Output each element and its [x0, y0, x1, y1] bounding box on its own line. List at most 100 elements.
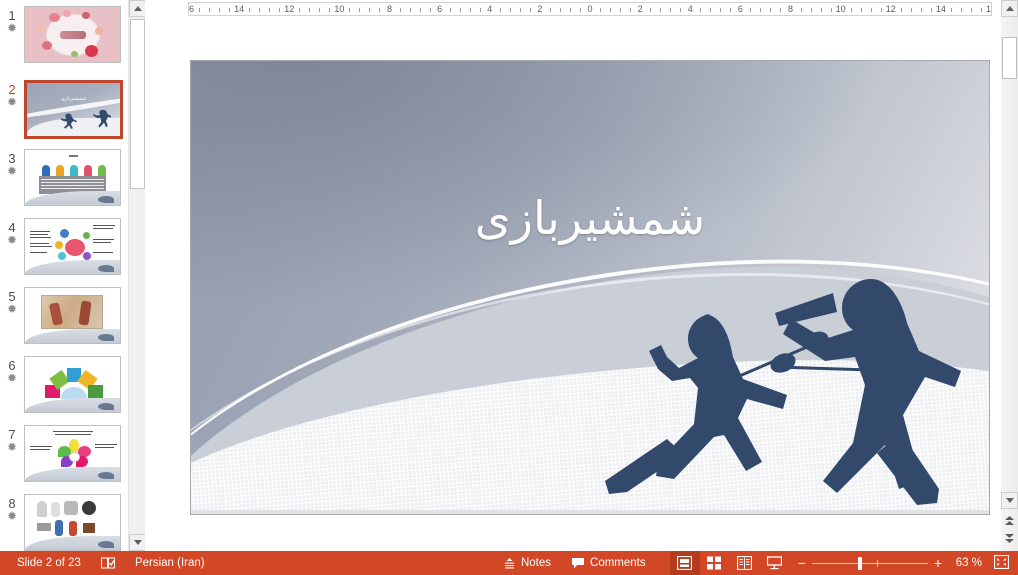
- ruler-label: 12: [886, 3, 896, 16]
- ruler-tick: [911, 8, 912, 12]
- ruler-tick: [329, 8, 330, 12]
- zoom-control[interactable]: − + 63 %: [790, 556, 990, 570]
- horizontal-ruler[interactable]: 1614121086420246810121416: [188, 2, 992, 16]
- thumbnail-scroll-up-button[interactable]: [129, 0, 146, 17]
- blob-shape: [58, 252, 66, 260]
- ruler-label: 0: [587, 3, 592, 16]
- ruler-label: 2: [537, 3, 542, 16]
- ruler-label: 14: [936, 3, 946, 16]
- notes-label: Notes: [521, 557, 551, 569]
- slide-thumbnail-panel[interactable]: 1 ✹ 2: [0, 0, 126, 551]
- ruler-label: 6: [738, 3, 743, 16]
- ruler-tick: [670, 8, 671, 12]
- spell-check-icon[interactable]: [91, 551, 125, 575]
- flower-icon: [42, 41, 52, 50]
- thumbnail-scrollbar-thumb[interactable]: [130, 19, 145, 189]
- mini-slide-fencing: شمشیربازی: [27, 83, 120, 136]
- mini-slide-pink-floral: [25, 7, 120, 62]
- mask-icon: [82, 501, 96, 515]
- thumbnail-image-5[interactable]: [24, 287, 121, 344]
- scrollbar-thumb[interactable]: [1002, 37, 1017, 79]
- mini-slide-petal-diagram: [25, 426, 120, 481]
- ruler-tick: [700, 8, 701, 12]
- slide-title-text[interactable]: شمشیربازی: [191, 191, 989, 246]
- zoom-slider-track: [812, 563, 928, 564]
- mini-slide-fan-diagram: [25, 357, 120, 412]
- slide-vertical-scrollbar[interactable]: [1001, 0, 1018, 551]
- mini-wave-footer: [25, 260, 120, 274]
- ruler-tick: [299, 8, 300, 12]
- ruler-tick: [510, 8, 511, 12]
- thumbnail-number-group-6: 6 ✹: [0, 356, 24, 425]
- thumbnail-slide-1[interactable]: 1 ✹: [0, 6, 126, 75]
- zoom-slider-thumb[interactable]: [858, 557, 862, 570]
- thumbnail-image-7[interactable]: [24, 425, 121, 482]
- ruler-tick: [379, 8, 380, 12]
- ruler-tick: [530, 8, 531, 12]
- previous-slide-button[interactable]: [1002, 512, 1017, 528]
- thumbnail-image-4[interactable]: [24, 218, 121, 275]
- slide-show-view-button[interactable]: [760, 551, 790, 575]
- language-indicator[interactable]: Persian (Iran): [125, 551, 215, 575]
- ruler-tick: [871, 8, 872, 12]
- thumbnail-scrollbar[interactable]: [128, 0, 145, 551]
- ruler-label: 16: [986, 3, 992, 16]
- glove-icon: [51, 502, 60, 517]
- scroll-up-button[interactable]: [1001, 0, 1018, 17]
- comments-button[interactable]: Comments: [561, 551, 656, 575]
- mini-wave-footer: [25, 467, 120, 481]
- ruler-tick: [931, 8, 932, 12]
- flower-icon: [49, 13, 60, 22]
- ruler-tick: [831, 8, 832, 12]
- zoom-slider[interactable]: [812, 557, 928, 569]
- weapon-icon: [69, 521, 77, 536]
- zoom-out-button[interactable]: −: [798, 556, 806, 570]
- thumbnail-slide-5[interactable]: 5 ✹: [0, 287, 126, 356]
- thumbnail-image-8[interactable]: [24, 494, 121, 551]
- ruler-label: 10: [836, 3, 846, 16]
- thumbnail-slide-2[interactable]: 2 ✹ شمشیربازی: [0, 80, 126, 149]
- ruler-tick: [199, 8, 200, 12]
- normal-view-button[interactable]: [670, 551, 700, 575]
- slide-sorter-view-button[interactable]: [700, 551, 730, 575]
- zoom-in-button[interactable]: +: [934, 556, 942, 570]
- comment-icon: [571, 557, 585, 569]
- thumbnail-slide-8[interactable]: 8 ✹: [0, 494, 126, 551]
- slide-editing-surface[interactable]: شمشیربازی: [190, 60, 990, 515]
- next-slide-button[interactable]: [1002, 530, 1017, 546]
- ruler-tick: [961, 8, 962, 12]
- ruler-label: 10: [334, 3, 344, 16]
- ruler-tick: [951, 8, 952, 12]
- animation-star-icon: ✹: [7, 166, 17, 177]
- scroll-down-button[interactable]: [1001, 492, 1018, 509]
- reading-view-button[interactable]: [730, 551, 760, 575]
- thumbnail-image-3[interactable]: [24, 149, 121, 206]
- blob-shape: [83, 252, 91, 260]
- ruler-tick: [500, 8, 501, 12]
- ruler-tick: [359, 8, 360, 12]
- thumbnail-image-1[interactable]: [24, 6, 121, 63]
- thumbnail-slide-6[interactable]: 6 ✹: [0, 356, 126, 425]
- thumbnail-slide-4[interactable]: 4 ✹: [0, 218, 126, 287]
- ruler-tick: [229, 8, 230, 12]
- thumbnail-number-group-3: 3 ✹: [0, 149, 24, 218]
- fencing-mask-icon: [37, 501, 47, 517]
- ruler-tick: [550, 8, 551, 12]
- slide-counter[interactable]: Slide 2 of 23: [7, 551, 91, 575]
- thumbnail-slide-7[interactable]: 7 ✹: [0, 425, 126, 494]
- animation-star-icon: ✹: [7, 442, 17, 453]
- thumbnail-image-6[interactable]: [24, 356, 121, 413]
- flower-icon: [82, 12, 90, 19]
- thumbnail-slide-3[interactable]: 3 ✹: [0, 149, 126, 218]
- thumbnail-scroll-down-button[interactable]: [129, 534, 146, 551]
- ruler-tick: [780, 8, 781, 12]
- ruler-tick: [720, 8, 721, 12]
- fit-to-window-button[interactable]: [990, 555, 1018, 572]
- weapon-icon: [55, 520, 63, 536]
- thumbnail-image-2[interactable]: شمشیربازی: [24, 80, 123, 139]
- notes-button[interactable]: Notes: [493, 551, 561, 575]
- thumbnail-number-group-5: 5 ✹: [0, 287, 24, 356]
- zoom-percentage[interactable]: 63 %: [948, 557, 982, 569]
- two-fencers-silhouette: [571, 271, 990, 515]
- ruler-tick: [560, 8, 561, 12]
